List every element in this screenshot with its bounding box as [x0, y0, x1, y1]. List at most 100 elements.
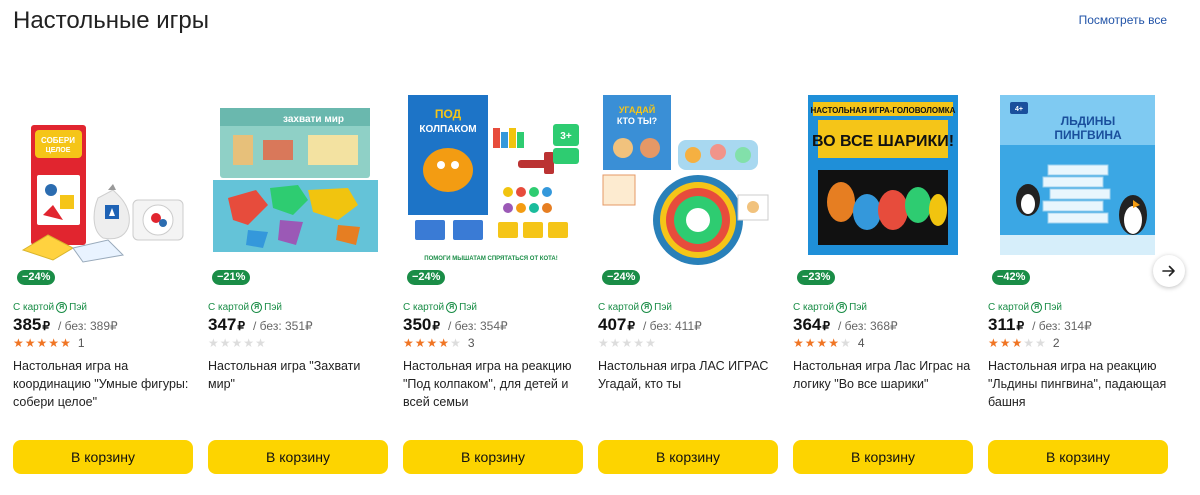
star-icon: ★ — [414, 336, 426, 350]
price-row: 407 ₽ / без: 411₽ — [598, 315, 702, 335]
currency: ₽ — [822, 319, 831, 333]
pay-card-icon: Я — [641, 302, 653, 313]
star-icon: ★ — [793, 336, 804, 350]
old-price: / без: 351₽ — [253, 319, 313, 333]
star-icon: ★ — [1023, 336, 1035, 350]
review-count[interactable]: 1 — [78, 336, 85, 350]
rating: ★ ★ ★ ★ ★ 3 — [403, 336, 475, 350]
add-to-cart-button[interactable]: В корзину — [208, 440, 388, 474]
star-icon: ★ — [1035, 336, 1046, 350]
star-icon: ★ — [24, 336, 36, 350]
section-title: Настольные игры — [13, 7, 210, 34]
currency: ₽ — [237, 319, 246, 333]
star-icon: ★ — [403, 336, 414, 350]
star-icon: ★ — [816, 336, 828, 350]
product-image[interactable]: захвати мир — [208, 80, 388, 270]
product-name[interactable]: Настольная игра ЛАС ИГРАС Угадай, кто ты — [598, 357, 778, 393]
product-card[interactable]: ЛЬДИНЫ ПИНГВИНА 4+ −42% С картой Я Пэй 311… — [988, 80, 1168, 480]
star-icon: ★ — [255, 336, 266, 350]
star-icon: ★ — [13, 336, 24, 350]
price-row: 350 ₽ / без: 354₽ — [403, 315, 508, 335]
price: 311 — [988, 315, 1016, 334]
rating: ★ ★ ★ ★ ★ — [208, 336, 267, 350]
product-image[interactable]: ПОД КОЛПАКОМ 3+ ПОМОГИ МЫШАТАМ СПРЯТАТЬС… — [403, 80, 583, 270]
svg-text:ВО ВСЕ ШАРИКИ!: ВО ВСЕ ШАРИКИ! — [812, 133, 954, 150]
svg-text:НАСТОЛЬНАЯ ИГРА-ГОЛОВОЛОМКА: НАСТОЛЬНАЯ ИГРА-ГОЛОВОЛОМКА — [811, 106, 956, 115]
add-to-cart-button[interactable]: В корзину — [793, 440, 973, 474]
product-image[interactable]: СОБЕРИ ЦЕЛОЕ — [13, 80, 193, 270]
rating: ★ ★ ★ ★ ★ 1 — [13, 336, 85, 350]
add-to-cart-button[interactable]: В корзину — [598, 440, 778, 474]
old-price: / без: 389₽ — [58, 319, 118, 333]
currency: ₽ — [627, 319, 636, 333]
star-icon: ★ — [243, 336, 255, 350]
star-icon: ★ — [633, 336, 645, 350]
svg-text:СОБЕРИ: СОБЕРИ — [41, 136, 75, 145]
star-icon: ★ — [840, 336, 851, 350]
product-card[interactable]: СОБЕРИ ЦЕЛОЕ −24% С картой Я Пэй 385 ₽ /… — [13, 80, 193, 480]
star-icon: ★ — [208, 336, 219, 350]
see-all-link[interactable]: Посмотреть все — [1079, 13, 1167, 27]
old-price: / без: 368₽ — [838, 319, 898, 333]
star-icon: ★ — [36, 336, 48, 350]
add-to-cart-button[interactable]: В корзину — [403, 440, 583, 474]
product-name[interactable]: Настольная игра на реакцию "Льдины пингв… — [988, 357, 1168, 411]
product-card[interactable]: захвати мир −21% С картой Я Пэй 347 ₽ / без… — [208, 80, 388, 480]
product-name[interactable]: Настольная игра Лас Играс на логику "Во … — [793, 357, 973, 393]
svg-text:ЛЬДИНЫ: ЛЬДИНЫ — [1061, 114, 1115, 128]
product-card[interactable]: ПОД КОЛПАКОМ 3+ ПОМОГИ МЫШАТАМ СПРЯТАТЬС… — [403, 80, 583, 480]
star-icon: ★ — [450, 336, 461, 350]
pay-card-icon: Я — [836, 302, 848, 313]
pay-card-icon: Я — [1031, 302, 1043, 313]
product-carousel: СОБЕРИ ЦЕЛОЕ −24% С картой Я Пэй 385 ₽ /… — [13, 80, 1183, 480]
review-count[interactable]: 4 — [858, 336, 865, 350]
currency: ₽ — [432, 319, 441, 333]
star-icon: ★ — [598, 336, 609, 350]
discount-badge: −24% — [602, 270, 641, 285]
discount-badge: −24% — [17, 270, 56, 285]
price-row: 385 ₽ / без: 389₽ — [13, 315, 118, 335]
star-icon: ★ — [999, 336, 1011, 350]
star-icon: ★ — [219, 336, 231, 350]
svg-text:захвати мир: захвати мир — [283, 114, 344, 125]
rating: ★ ★ ★ ★ ★ 4 — [793, 336, 865, 350]
rating: ★ ★ ★ ★ ★ — [598, 336, 657, 350]
discount-badge: −24% — [407, 270, 446, 285]
star-icon: ★ — [621, 336, 633, 350]
review-count[interactable]: 3 — [468, 336, 475, 350]
product-name[interactable]: Настольная игра "Захвати мир" — [208, 357, 388, 393]
svg-text:ПОД: ПОД — [435, 107, 462, 121]
product-name[interactable]: Настольная игра на координацию "Умные фи… — [13, 357, 193, 411]
product-image[interactable]: ЛЬДИНЫ ПИНГВИНА 4+ — [988, 80, 1168, 270]
product-card[interactable]: НАСТОЛЬНАЯ ИГРА-ГОЛОВОЛОМКА ВО ВСЕ ШАРИК… — [793, 80, 973, 480]
product-image[interactable]: УГАДАЙ КТО ТЫ? — [598, 80, 778, 270]
product-name[interactable]: Настольная игра на реакцию "Под колпаком… — [403, 357, 583, 411]
product-image[interactable]: НАСТОЛЬНАЯ ИГРА-ГОЛОВОЛОМКА ВО ВСЕ ШАРИК… — [793, 80, 973, 270]
pay-card-icon: Я — [56, 302, 68, 313]
section-header: Настольные игры Посмотреть все — [13, 5, 1170, 41]
price-row: 311 ₽ / без: 314₽ — [988, 315, 1092, 335]
pay-card-icon: Я — [251, 302, 263, 313]
pay-label: С картой Я Пэй — [13, 302, 88, 313]
discount-badge: −23% — [797, 270, 836, 285]
price: 385 — [13, 315, 42, 334]
discount-badge: −21% — [212, 270, 251, 285]
add-to-cart-button[interactable]: В корзину — [988, 440, 1168, 474]
pay-label: С картой Я Пэй — [208, 302, 283, 313]
star-icon: ★ — [231, 336, 243, 350]
product-card[interactable]: УГАДАЙ КТО ТЫ? −24% С картой Я Пэй 407 ₽… — [598, 80, 778, 480]
carousel-next-button[interactable] — [1153, 255, 1185, 287]
old-price: / без: 314₽ — [1032, 319, 1092, 333]
add-to-cart-button[interactable]: В корзину — [13, 440, 193, 474]
pay-label: С картой Я Пэй — [988, 302, 1063, 313]
currency: ₽ — [42, 319, 51, 333]
star-icon: ★ — [60, 336, 71, 350]
old-price: / без: 354₽ — [448, 319, 508, 333]
currency: ₽ — [1016, 319, 1025, 333]
svg-text:ПИНГВИНА: ПИНГВИНА — [1054, 128, 1122, 142]
star-icon: ★ — [804, 336, 816, 350]
review-count[interactable]: 2 — [1053, 336, 1060, 350]
star-icon: ★ — [438, 336, 450, 350]
svg-text:ПОМОГИ МЫШАТАМ СПРЯТАТЬСЯ ОТ К: ПОМОГИ МЫШАТАМ СПРЯТАТЬСЯ ОТ КОТА! — [424, 256, 557, 262]
pay-label: С картой Я Пэй — [403, 302, 478, 313]
